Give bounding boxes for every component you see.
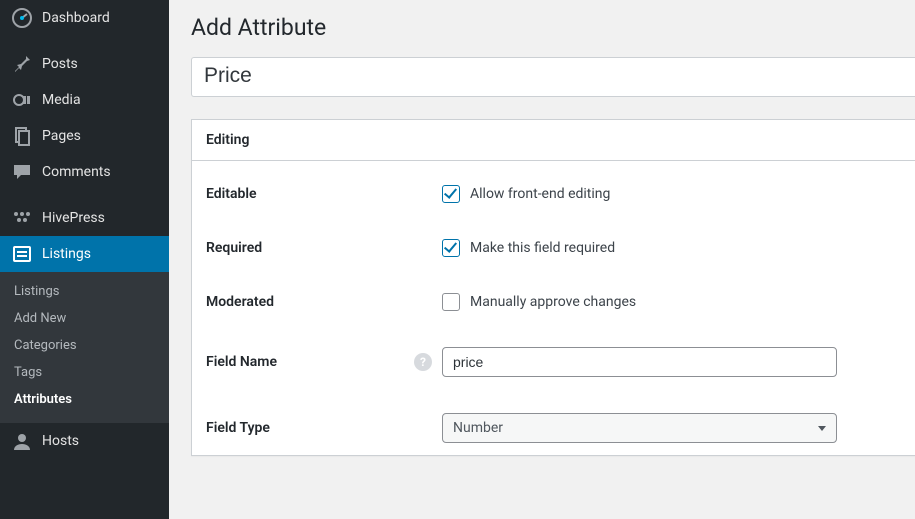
submenu-item-listings[interactable]: Listings [0, 278, 169, 305]
help-icon[interactable]: ? [414, 353, 432, 371]
sidebar-submenu-listings: Listings Add New Categories Tags Attribu… [0, 272, 169, 423]
select-field-type[interactable]: Number [442, 413, 837, 443]
submenu-item-add-new[interactable]: Add New [0, 305, 169, 332]
label-field-type: Field Type [206, 420, 270, 436]
editing-panel: Editing Editable Allow front-end editing… [191, 119, 915, 456]
chevron-down-icon [818, 426, 826, 431]
sidebar-item-dashboard[interactable]: Dashboard [0, 0, 169, 36]
submenu-item-categories[interactable]: Categories [0, 332, 169, 359]
sidebar-item-label: Comments [42, 164, 111, 180]
sidebar-item-media[interactable]: Media [0, 82, 169, 118]
dashboard-icon [12, 8, 32, 28]
label-moderated: Moderated [206, 294, 274, 310]
admin-sidebar: Dashboard Posts Media Pages Comments Hiv… [0, 0, 169, 519]
page-title: Add Attribute [191, 14, 915, 41]
main-content: Add Attribute Editing Editable Allow fro… [169, 0, 915, 519]
label-required: Required [206, 240, 262, 256]
panel-body: Editable Allow front-end editing Require… [192, 161, 915, 455]
row-field-name: Field Name ? [206, 329, 901, 395]
sidebar-item-label: Dashboard [42, 10, 110, 26]
checkbox-moderated[interactable] [442, 293, 460, 311]
attribute-title-input[interactable] [191, 57, 915, 97]
sidebar-item-hivepress[interactable]: HivePress [0, 200, 169, 236]
row-required: Required Make this field required [206, 221, 901, 275]
sidebar-item-listings[interactable]: Listings [0, 236, 169, 272]
sidebar-item-comments[interactable]: Comments [0, 154, 169, 190]
sidebar-item-label: Pages [42, 128, 81, 144]
listings-icon [12, 244, 32, 264]
sidebar-item-hosts[interactable]: Hosts [0, 423, 169, 459]
row-field-type: Field Type Number [206, 395, 901, 451]
input-field-name[interactable] [442, 347, 837, 377]
checkbox-label-editable: Allow front-end editing [470, 186, 610, 202]
row-editable: Editable Allow front-end editing [206, 167, 901, 221]
checkbox-editable[interactable] [442, 185, 460, 203]
sidebar-item-label: Listings [42, 246, 91, 262]
label-editable: Editable [206, 186, 257, 202]
comment-icon [12, 162, 32, 182]
user-icon [12, 431, 32, 451]
select-field-type-value: Number [453, 420, 503, 436]
submenu-item-attributes[interactable]: Attributes [0, 386, 169, 413]
sidebar-item-label: Hosts [42, 433, 79, 449]
pin-icon [12, 54, 32, 74]
media-icon [12, 90, 32, 110]
pages-icon [12, 126, 32, 146]
label-field-name: Field Name [206, 354, 277, 370]
sidebar-item-pages[interactable]: Pages [0, 118, 169, 154]
sidebar-item-label: Media [42, 92, 81, 108]
sidebar-item-label: HivePress [42, 210, 105, 226]
checkbox-required[interactable] [442, 239, 460, 257]
sidebar-item-label: Posts [42, 56, 78, 72]
submenu-item-tags[interactable]: Tags [0, 359, 169, 386]
checkbox-label-moderated: Manually approve changes [470, 294, 636, 310]
row-moderated: Moderated Manually approve changes [206, 275, 901, 329]
panel-header: Editing [192, 120, 915, 161]
sidebar-item-posts[interactable]: Posts [0, 46, 169, 82]
checkbox-label-required: Make this field required [470, 240, 615, 256]
hivepress-icon [12, 208, 32, 228]
